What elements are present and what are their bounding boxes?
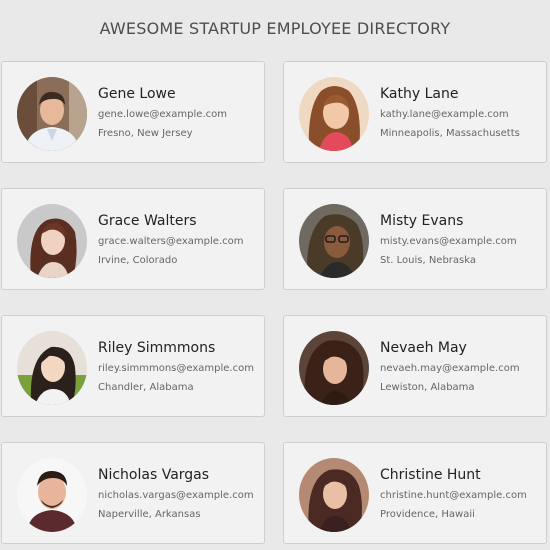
page-title: AWESOME STARTUP EMPLOYEE DIRECTORY — [99, 19, 451, 38]
employee-avatar — [17, 331, 87, 405]
employee-name: Nicholas Vargas — [98, 467, 210, 483]
employee-location: St. Louis, Nebraska — [380, 255, 476, 266]
employee-email: nicholas.vargas@example.com — [98, 490, 254, 501]
employee-email: christine.hunt@example.com — [380, 490, 527, 501]
employee-name: Gene Lowe — [98, 86, 176, 102]
person-photo-icon — [299, 331, 369, 405]
employee-card-misty-evans[interactable]: Misty Evans misty.evans@example.com St. … — [283, 188, 547, 290]
employee-location: Naperville, Arkansas — [98, 509, 201, 520]
person-photo-icon — [299, 458, 369, 532]
employee-card-kathy-lane[interactable]: Kathy Lane kathy.lane@example.com Minnea… — [283, 61, 547, 163]
person-photo-icon — [17, 77, 87, 151]
employee-name: Grace Walters — [98, 213, 197, 229]
employee-location: Fresno, New Jersey — [98, 128, 193, 139]
employee-email: kathy.lane@example.com — [380, 109, 509, 120]
person-photo-icon — [299, 77, 369, 151]
employee-name: Kathy Lane — [380, 86, 459, 102]
employee-card-gene-lowe[interactable]: Gene Lowe gene.lowe@example.com Fresno, … — [1, 61, 265, 163]
employee-location: Lewiston, Alabama — [380, 382, 475, 393]
employee-avatar — [299, 77, 369, 151]
employee-avatar — [17, 458, 87, 532]
employee-name: Riley Simmmons — [98, 340, 216, 356]
employee-location: Providence, Hawaii — [380, 509, 475, 520]
employee-avatar — [17, 77, 87, 151]
employee-location: Minneapolis, Massachusetts — [380, 128, 520, 139]
employee-email: riley.simmmons@example.com — [98, 363, 254, 374]
employee-card-grace-walters[interactable]: Grace Walters grace.walters@example.com … — [1, 188, 265, 290]
person-photo-icon — [17, 331, 87, 405]
employee-avatar — [299, 204, 369, 278]
employee-location: Chandler, Alabama — [98, 382, 194, 393]
employee-name: Nevaeh May — [380, 340, 467, 356]
person-photo-icon — [299, 204, 369, 278]
employee-name: Christine Hunt — [380, 467, 481, 483]
employee-email: misty.evans@example.com — [380, 236, 517, 247]
employee-card-riley-simmmons[interactable]: Riley Simmmons riley.simmmons@example.co… — [1, 315, 265, 417]
employee-avatar — [299, 331, 369, 405]
employee-card-nevaeh-may[interactable]: Nevaeh May nevaeh.may@example.com Lewist… — [283, 315, 547, 417]
employee-email: gene.lowe@example.com — [98, 109, 227, 120]
employee-avatar — [17, 204, 87, 278]
employee-location: Irvine, Colorado — [98, 255, 178, 266]
employee-card-nicholas-vargas[interactable]: Nicholas Vargas nicholas.vargas@example.… — [1, 442, 265, 544]
person-photo-icon — [17, 458, 87, 532]
employee-name: Misty Evans — [380, 213, 464, 229]
employee-email: nevaeh.may@example.com — [380, 363, 520, 374]
employee-card-christine-hunt[interactable]: Christine Hunt christine.hunt@example.co… — [283, 442, 547, 544]
person-photo-icon — [17, 204, 87, 278]
directory-page: AWESOME STARTUP EMPLOYEE DIRECTORY Gene … — [0, 0, 550, 550]
employee-avatar — [299, 458, 369, 532]
employee-email: grace.walters@example.com — [98, 236, 244, 247]
